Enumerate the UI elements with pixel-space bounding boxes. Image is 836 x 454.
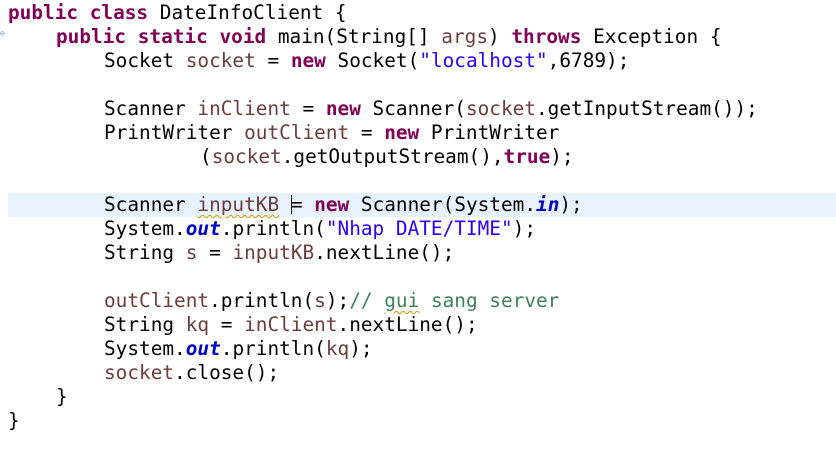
token-text: .println( — [220, 217, 326, 240]
token-comment: // — [349, 289, 385, 312]
token-text: ); — [512, 217, 536, 240]
token-keyword: new — [314, 193, 350, 216]
token-type: PrintWriter — [104, 121, 245, 144]
token-text: Scanner( — [360, 97, 466, 120]
token-type: String — [104, 313, 186, 336]
token-variable: socket — [185, 49, 256, 72]
code-line-7[interactable]: (socket.getOutputStream(),true); — [200, 145, 574, 169]
token-text: ) — [488, 25, 512, 48]
token-text: Socket( — [325, 49, 420, 72]
token-type: String — [104, 241, 186, 264]
token-static-field: in — [536, 193, 560, 216]
code-line-14[interactable]: String kq = inClient.nextLine(); — [104, 313, 478, 337]
token-text: .close(); — [174, 361, 280, 384]
token-variable: inputKB — [232, 241, 315, 264]
token-text: = — [197, 241, 233, 264]
code-line-5[interactable]: Scanner inClient = new Scanner(socket.ge… — [104, 97, 758, 121]
token-text: ( — [200, 145, 212, 168]
token-text: = — [290, 193, 315, 216]
token-keyword: void — [219, 25, 267, 48]
token-comment-spell-warning: gui — [384, 289, 420, 312]
token-variable: s — [314, 289, 326, 312]
token-text: = — [209, 313, 245, 336]
token-brace: } — [8, 409, 20, 432]
token-parameter: args — [441, 25, 488, 48]
token-variable: outClient — [244, 121, 350, 144]
token-keyword: true — [503, 145, 551, 168]
token-type: Scanner — [104, 97, 198, 120]
code-line-15[interactable]: System.out.println(kq); — [104, 337, 373, 361]
token-string: "Nhap DATE/TIME" — [325, 217, 513, 240]
token-text: DateInfoClient { — [148, 1, 347, 24]
token-text: Exception { — [581, 25, 722, 48]
code-line-16[interactable]: socket.close(); — [104, 361, 279, 385]
token-keyword: new — [384, 121, 420, 144]
code-line-18[interactable]: } — [8, 409, 20, 433]
token-keyword: new — [290, 49, 326, 72]
token-keyword: new — [325, 97, 361, 120]
token-text: = — [290, 97, 326, 120]
token-variable: socket — [211, 145, 282, 168]
token-text: .getOutputStream(), — [281, 145, 504, 168]
token-variable: kq — [325, 337, 350, 360]
token-text: PrintWriter — [419, 121, 560, 144]
token-comment: sang server — [419, 289, 560, 312]
token-keyword: static — [137, 25, 208, 48]
token-type: Scanner — [104, 193, 198, 216]
token-keyword: public — [56, 25, 127, 48]
token-text: = — [349, 121, 385, 144]
token-variable: socket — [104, 361, 175, 384]
token-text: .nextLine(); — [314, 241, 455, 264]
code-line-1[interactable]: public class DateInfoClient { — [8, 1, 347, 25]
token-text: ); — [559, 193, 583, 216]
token-type: Socket — [104, 49, 186, 72]
token-text: = — [255, 49, 291, 72]
token-variable: outClient — [104, 289, 210, 312]
token-text: ); — [325, 289, 350, 312]
token-text: .getInputStream()); — [536, 97, 758, 120]
code-line-17[interactable]: } — [56, 385, 68, 409]
token-string: "localhost" — [419, 49, 548, 72]
token-text: Scanner(System. — [349, 193, 537, 216]
code-line-13[interactable]: outClient.println(s);// gui sang server — [104, 289, 559, 313]
token-static-field: out — [185, 337, 221, 360]
token-variable: kq — [185, 313, 210, 336]
token-variable: inClient — [197, 97, 291, 120]
fold-marker-icon[interactable]: ⊖ — [0, 30, 6, 38]
token-text: .println( — [220, 337, 326, 360]
token-text: ); — [550, 145, 574, 168]
token-keyword: class — [89, 1, 149, 24]
code-editor[interactable]: ⊖ public class DateInfoClient { public s… — [0, 0, 836, 454]
token-variable: s — [185, 241, 198, 264]
token-text: .println( — [209, 289, 315, 312]
token-keyword: public — [8, 1, 79, 24]
token-text: System. — [104, 217, 186, 240]
token-text: main(String[] — [266, 25, 442, 48]
token-keyword: throws — [511, 25, 582, 48]
token-static-field: out — [185, 217, 221, 240]
code-line-11[interactable]: String s = inputKB.nextLine(); — [104, 241, 454, 265]
token-text: ,6789); — [547, 49, 630, 72]
token-text: ); — [349, 337, 373, 360]
token-text: System. — [104, 337, 186, 360]
token-variable-warning: inputKB — [197, 193, 280, 216]
token-brace: } — [56, 385, 68, 408]
code-line-6[interactable]: PrintWriter outClient = new PrintWriter — [104, 121, 559, 145]
code-line-9-current[interactable]: Scanner inputKB = new Scanner(System.in)… — [8, 193, 836, 217]
code-line-3[interactable]: Socket socket = new Socket("localhost",6… — [104, 49, 629, 73]
token-text: .nextLine(); — [337, 313, 478, 336]
token-variable: socket — [465, 97, 536, 120]
code-line-10[interactable]: System.out.println("Nhap DATE/TIME"); — [104, 217, 536, 241]
code-line-2[interactable]: public static void main(String[] args) t… — [56, 25, 722, 49]
token-variable: inClient — [244, 313, 338, 336]
